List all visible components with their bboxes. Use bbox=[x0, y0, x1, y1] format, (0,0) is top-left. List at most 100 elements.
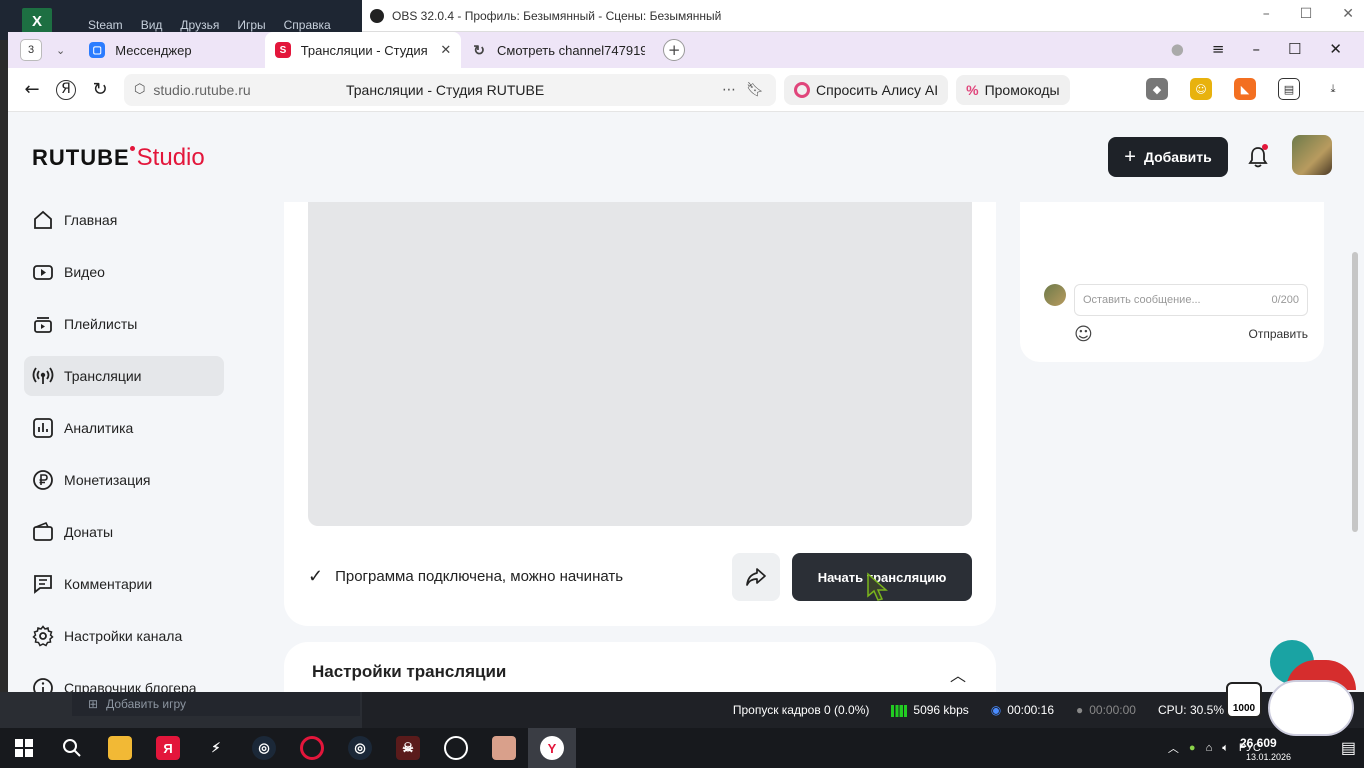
sidebar-item-channel-settings[interactable]: Настройки канала bbox=[24, 616, 224, 656]
extension-tag-icon[interactable]: ◣ bbox=[1234, 78, 1256, 100]
cursor-icon bbox=[867, 572, 888, 601]
tray-network-icon[interactable]: ⌂ bbox=[1206, 742, 1213, 754]
alice-icon bbox=[794, 81, 810, 98]
profile-icon[interactable]: ● bbox=[1171, 40, 1184, 58]
site-info-icon[interactable]: ⬡ bbox=[134, 82, 145, 97]
sidebar-item-video[interactable]: Видео bbox=[24, 252, 224, 292]
sidebar-item-analytics[interactable]: Аналитика bbox=[24, 408, 224, 448]
tab-messenger[interactable]: ▢ Мессенджер bbox=[79, 32, 265, 68]
steam-menu-item[interactable]: Steam bbox=[88, 18, 123, 32]
close-icon[interactable]: ✕ bbox=[1342, 6, 1354, 22]
steam-menu-item[interactable]: Друзья bbox=[180, 18, 219, 32]
chat-placeholder: Оставить сообщение... bbox=[1083, 294, 1201, 306]
promo-label: Промокоды bbox=[984, 81, 1060, 98]
back-icon[interactable]: ← bbox=[18, 79, 46, 100]
steam-icon[interactable]: ◎ bbox=[240, 728, 288, 768]
tab-channel[interactable]: ↻ Смотреть channel747919 bbox=[461, 32, 655, 68]
search-icon[interactable] bbox=[48, 728, 96, 768]
stream-card: ✓ Программа подключена, можно начинать Н… bbox=[284, 202, 996, 626]
tab-count-button[interactable]: 3 bbox=[20, 39, 42, 61]
stream-settings-card[interactable]: Настройки трансляции ︿ bbox=[284, 642, 996, 692]
file-explorer-icon[interactable] bbox=[96, 728, 144, 768]
extension-cube-icon[interactable]: ◆ bbox=[1146, 78, 1168, 100]
emoji-icon[interactable]: ☺ bbox=[1074, 324, 1093, 345]
tab-label: Мессенджер bbox=[115, 42, 192, 58]
tab-rutube-studio[interactable]: S Трансляции - Студия R ✕ bbox=[265, 32, 462, 68]
collections-icon[interactable]: ▤ bbox=[1278, 78, 1300, 100]
close-icon[interactable]: ✕ bbox=[1329, 40, 1342, 58]
settings-title: Настройки трансляции bbox=[312, 662, 507, 681]
stream-preview bbox=[308, 202, 972, 526]
extension-face-icon[interactable]: ☺ bbox=[1190, 78, 1212, 100]
maximize-icon[interactable]: ☐ bbox=[1300, 6, 1313, 22]
obs-logo-icon bbox=[370, 8, 384, 23]
chevron-up-icon[interactable]: ︿ bbox=[950, 662, 966, 686]
steam-add-game-button[interactable]: ⊞ Добавить игру bbox=[72, 692, 360, 716]
send-button[interactable]: Отправить bbox=[1248, 327, 1308, 341]
opera-icon[interactable] bbox=[288, 728, 336, 768]
minimize-icon[interactable]: – bbox=[1252, 40, 1260, 58]
windows-start-icon[interactable] bbox=[0, 728, 48, 768]
network-status-icon[interactable]: ● bbox=[1189, 742, 1196, 754]
sidebar-item-label: Комментарии bbox=[64, 576, 153, 592]
yandex-icon[interactable]: Я bbox=[56, 79, 76, 100]
obs-stats: Пропуск кадров 0 (0.0%) 5096 kbps ◉ 00:00… bbox=[362, 692, 1364, 728]
sidebar-item-home[interactable]: Главная bbox=[24, 200, 224, 240]
obs-titlebar: OBS 32.0.4 - Профиль: Безымянный - Сцены… bbox=[362, 0, 1364, 32]
bolt-app-icon[interactable]: ⚡︎ bbox=[192, 728, 240, 768]
game-icon[interactable]: ☠ bbox=[384, 728, 432, 768]
comment-icon bbox=[34, 575, 52, 594]
sidebar-item-broadcasts[interactable]: Трансляции bbox=[24, 356, 224, 396]
share-button[interactable] bbox=[732, 553, 780, 601]
live-time-value: 00:00:16 bbox=[1007, 703, 1054, 717]
url-text: studio.rutube.ru bbox=[153, 81, 251, 98]
taskbar: Я ⚡︎ ◎ ◎ ☠ Y ︿ ● ⌂ 🔈︎ РУС ▤ bbox=[0, 728, 1364, 768]
cpu-usage: CPU: 30.5% bbox=[1157, 703, 1224, 717]
sidebar-item-comments[interactable]: Комментарии bbox=[24, 564, 224, 604]
url-field[interactable]: ⬡ studio.rutube.ru Трансляции - Студия R… bbox=[124, 73, 776, 106]
chevron-down-icon[interactable]: ⌄ bbox=[56, 44, 65, 57]
steam-icon-2[interactable]: ◎ bbox=[336, 728, 384, 768]
url-page-title: Трансляции - Студия RUTUBE bbox=[346, 81, 545, 98]
close-tab-icon[interactable]: ✕ bbox=[440, 42, 451, 58]
chevron-up-icon[interactable]: ︿ bbox=[1168, 740, 1179, 756]
yandex-browser-icon[interactable]: Я bbox=[144, 728, 192, 768]
minimize-icon[interactable]: – bbox=[1263, 6, 1270, 22]
sidebar-item-monetization[interactable]: Монетизация bbox=[24, 460, 224, 500]
bitrate: 5096 kbps bbox=[891, 703, 969, 717]
address-bar-row: ← Я ↻ ⬡ studio.rutube.ru Трансляции - Ст… bbox=[8, 68, 1364, 112]
sidebar-item-blogger-guide[interactable]: Справочник блогера bbox=[24, 668, 224, 692]
menu-icon[interactable]: ≡ bbox=[1212, 40, 1225, 58]
bookmark-icon[interactable]: 🔖︎ bbox=[746, 82, 764, 98]
chat-input[interactable]: Оставить сообщение... 0/200 bbox=[1074, 284, 1308, 316]
new-tab-icon[interactable]: + bbox=[663, 39, 686, 61]
more-icon[interactable]: ⋯ bbox=[722, 82, 736, 98]
photo-app-icon[interactable] bbox=[480, 728, 528, 768]
scrollbar[interactable] bbox=[1352, 252, 1358, 532]
excel-icon[interactable]: X bbox=[22, 8, 52, 34]
sidebar-item-label: Донаты bbox=[64, 524, 114, 540]
steam-menu-item[interactable]: Игры bbox=[237, 18, 265, 32]
home-icon bbox=[34, 210, 52, 229]
sidebar-item-donations[interactable]: Донаты bbox=[24, 512, 224, 552]
chat-card: Оставить сообщение... 0/200 ☺ Отправить bbox=[1020, 202, 1324, 362]
download-icon[interactable]: ⤓ bbox=[1322, 78, 1344, 100]
add-label: Добавить bbox=[1143, 149, 1212, 165]
maximize-icon[interactable]: ☐ bbox=[1288, 40, 1301, 58]
reload-icon[interactable]: ↻ bbox=[86, 79, 114, 100]
plus-icon: + bbox=[1124, 145, 1136, 168]
yandex-app-icon[interactable]: Y bbox=[528, 728, 576, 768]
dropped-frames: Пропуск кадров 0 (0.0%) bbox=[732, 703, 870, 717]
alice-button[interactable]: Спросить Алису AI bbox=[784, 74, 949, 105]
steam-menu-item[interactable]: Вид bbox=[141, 18, 163, 32]
steam-menu-item[interactable]: Справка bbox=[284, 18, 331, 32]
add-button[interactable]: + Добавить bbox=[1108, 137, 1228, 177]
promo-button[interactable]: % Промокоды bbox=[956, 74, 1070, 105]
sidebar-item-playlists[interactable]: Плейлисты bbox=[24, 304, 224, 344]
rutube-studio-logo[interactable]: RUTUBE Studio bbox=[32, 144, 205, 172]
check-icon: ✓ bbox=[308, 566, 324, 586]
obs-icon[interactable] bbox=[432, 728, 480, 768]
avatar[interactable] bbox=[1292, 135, 1332, 175]
widget-count: 26 609 bbox=[1240, 736, 1277, 750]
ruble-icon bbox=[33, 470, 53, 490]
